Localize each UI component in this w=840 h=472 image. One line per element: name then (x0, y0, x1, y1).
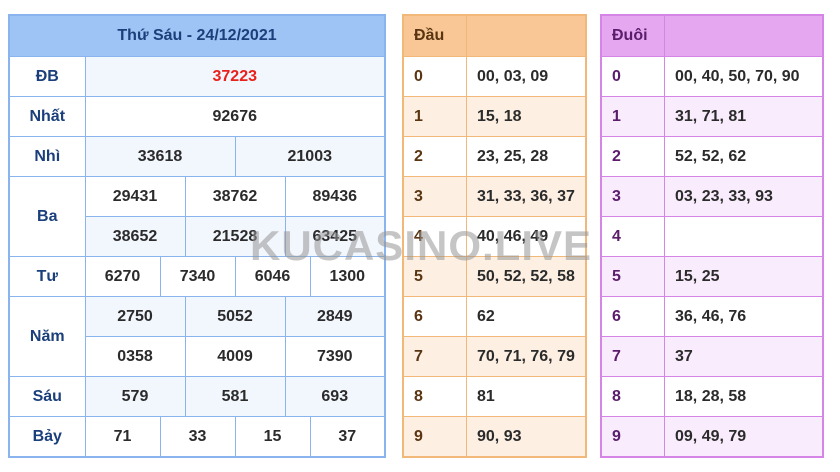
first-prize-value: 92676 (84, 96, 386, 137)
head-digit-values: 23, 25, 28 (466, 136, 587, 177)
tail-digit-table: Đuôi 0 00, 40, 50, 70, 90 1 31, 71, 81 2 52… (600, 14, 824, 458)
head-digit: 0 (402, 56, 467, 97)
fifth-prize-value: 0358 (84, 336, 186, 377)
head-digit-values: 90, 93 (466, 416, 587, 458)
head-digit-values: 62 (466, 296, 587, 337)
third-prize-value: 29431 (84, 176, 186, 217)
head-digit-values: 31, 33, 36, 37 (466, 176, 587, 217)
tail-digit-values: 37 (664, 336, 824, 377)
tail-digit-values (664, 216, 824, 257)
head-digit-table: Đầu 0 00, 03, 09 1 15, 18 2 23, 25, 28 3 31,… (402, 14, 587, 458)
seventh-prize-value: 37 (309, 416, 386, 458)
seventh-prize-value: 15 (234, 416, 311, 458)
tail-digit-values: 03, 23, 33, 93 (664, 176, 824, 217)
tail-digit: 9 (600, 416, 665, 458)
tail-digit-values: 36, 46, 76 (664, 296, 824, 337)
prize-label-first: Nhất (8, 96, 86, 137)
prize-label-sixth: Sáu (8, 376, 86, 417)
fifth-prize-value: 4009 (184, 336, 286, 377)
sixth-prize-value: 579 (84, 376, 186, 417)
tail-digit: 2 (600, 136, 665, 177)
tail-digit: 7 (600, 336, 665, 377)
third-prize-value: 21528 (184, 216, 286, 257)
second-prize-value: 21003 (234, 136, 386, 177)
tail-digit: 0 (600, 56, 665, 97)
head-digit-values: 81 (466, 376, 587, 417)
sixth-prize-value: 693 (284, 376, 386, 417)
head-digit: 6 (402, 296, 467, 337)
head-digit-values: 40, 46, 49 (466, 216, 587, 257)
head-column-header: Đầu (402, 14, 467, 57)
sixth-prize-value: 581 (184, 376, 286, 417)
fifth-prize-value: 2750 (84, 296, 186, 337)
head-digit: 4 (402, 216, 467, 257)
tail-digit: 8 (600, 376, 665, 417)
head-digit: 2 (402, 136, 467, 177)
third-prize-value: 38762 (184, 176, 286, 217)
third-prize-value: 63425 (284, 216, 386, 257)
head-digit: 8 (402, 376, 467, 417)
tail-digit: 3 (600, 176, 665, 217)
tail-digit-values: 31, 71, 81 (664, 96, 824, 137)
tail-digit-values: 18, 28, 58 (664, 376, 824, 417)
prize-label-fifth: Năm (8, 296, 86, 377)
seventh-prize-value: 33 (159, 416, 236, 458)
prize-label-seventh: Bảy (8, 416, 86, 458)
tail-digit: 4 (600, 216, 665, 257)
head-digit: 1 (402, 96, 467, 137)
head-digit-values: 70, 71, 76, 79 (466, 336, 587, 377)
tail-digit: 1 (600, 96, 665, 137)
prize-label-second: Nhì (8, 136, 86, 177)
special-prize-value: 37223 (84, 56, 386, 97)
tail-digit-values: 09, 49, 79 (664, 416, 824, 458)
fourth-prize-value: 6046 (234, 256, 311, 297)
head-digit: 3 (402, 176, 467, 217)
second-prize-value: 33618 (84, 136, 236, 177)
prize-label-third: Ba (8, 176, 86, 257)
head-digit: 9 (402, 416, 467, 458)
head-digit: 5 (402, 256, 467, 297)
head-digit-values: 50, 52, 52, 58 (466, 256, 587, 297)
fourth-prize-value: 7340 (159, 256, 236, 297)
third-prize-value: 89436 (284, 176, 386, 217)
tail-digit: 6 (600, 296, 665, 337)
tail-digit: 5 (600, 256, 665, 297)
third-prize-value: 38652 (84, 216, 186, 257)
seventh-prize-value: 71 (84, 416, 161, 458)
fourth-prize-value: 1300 (309, 256, 386, 297)
head-digit: 7 (402, 336, 467, 377)
head-digit-values: 00, 03, 09 (466, 56, 587, 97)
prize-label-fourth: Tư (8, 256, 86, 297)
fifth-prize-value: 5052 (184, 296, 286, 337)
draw-date-header: Thứ Sáu - 24/12/2021 (8, 14, 386, 57)
prize-label-special: ĐB (8, 56, 86, 97)
lottery-result-table: Thứ Sáu - 24/12/2021 ĐB 37223 Nhất 92676… (8, 14, 386, 458)
tail-column-header-blank (664, 14, 824, 57)
head-digit-values: 15, 18 (466, 96, 587, 137)
tail-column-header: Đuôi (600, 14, 665, 57)
tail-digit-values: 52, 52, 62 (664, 136, 824, 177)
fifth-prize-value: 7390 (284, 336, 386, 377)
fourth-prize-value: 6270 (84, 256, 161, 297)
tail-digit-values: 15, 25 (664, 256, 824, 297)
tail-digit-values: 00, 40, 50, 70, 90 (664, 56, 824, 97)
fifth-prize-value: 2849 (284, 296, 386, 337)
head-column-header-blank (466, 14, 587, 57)
